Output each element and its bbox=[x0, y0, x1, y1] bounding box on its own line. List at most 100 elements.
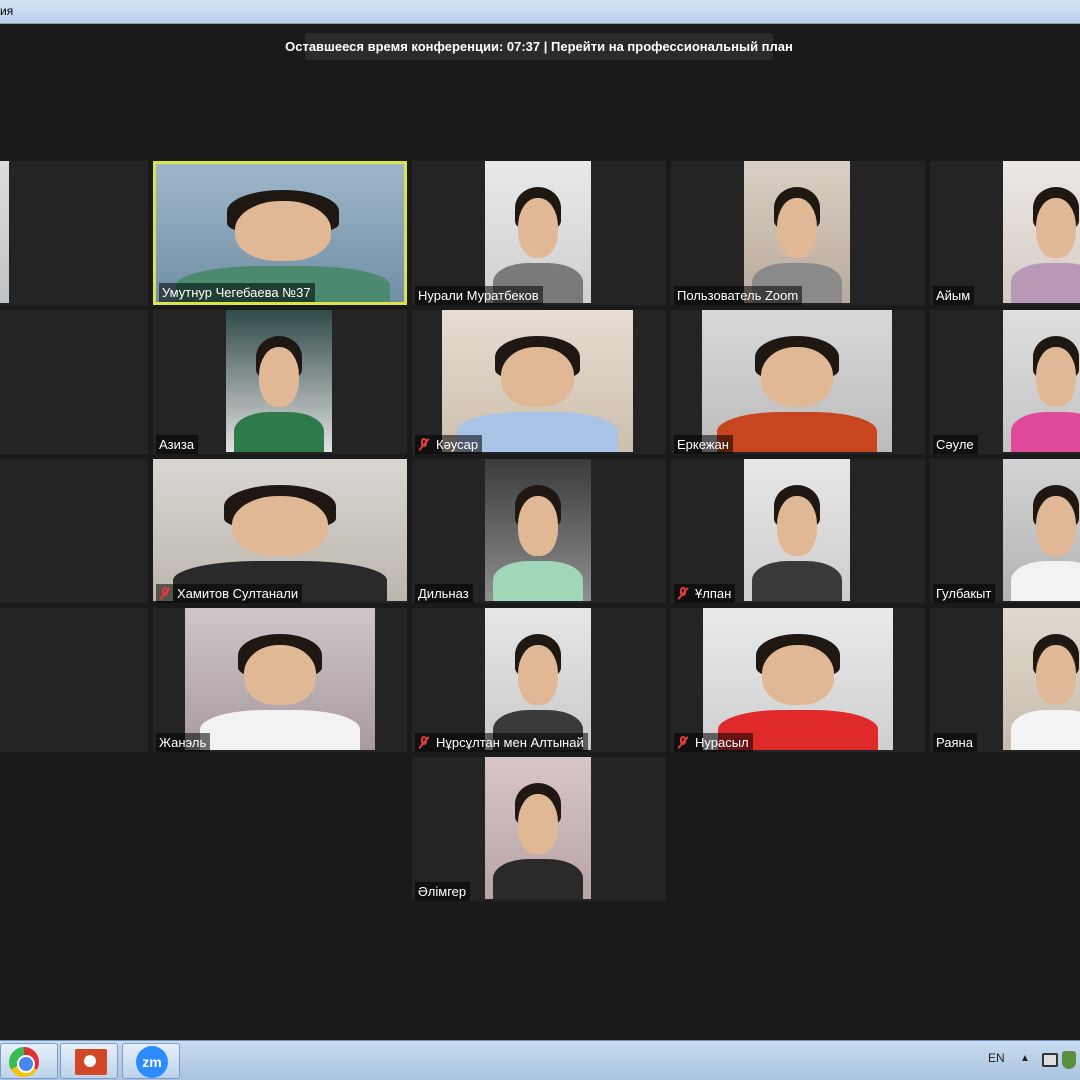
participant-tile[interactable]: Ұлпан bbox=[671, 459, 925, 603]
video-figure-body bbox=[234, 412, 324, 452]
participant-tile[interactable]: Нұрсұлтан мен Алтынай bbox=[412, 608, 666, 752]
participant-name: Еркежан bbox=[677, 437, 729, 452]
participant-tile[interactable]: Жанэль bbox=[153, 608, 407, 752]
participant-tile[interactable] bbox=[0, 161, 148, 305]
participant-name: Кәусар bbox=[436, 437, 479, 452]
participant-tile[interactable]: Айым bbox=[930, 161, 1080, 305]
participant-tile[interactable] bbox=[0, 459, 148, 603]
taskbar: zm EN ▲ bbox=[0, 1040, 1080, 1080]
participant-name-label: Раяна bbox=[933, 733, 977, 752]
participant-tile[interactable]: Дильназ bbox=[412, 459, 666, 603]
participant-video bbox=[185, 608, 375, 750]
participant-tile[interactable]: Нурасыл bbox=[671, 608, 925, 752]
taskbar-zoom-button[interactable]: zm bbox=[122, 1043, 180, 1079]
video-figure-head bbox=[234, 200, 332, 261]
participant-tile[interactable]: Раяна bbox=[930, 608, 1080, 752]
muted-microphone-icon bbox=[677, 736, 689, 749]
participant-tile[interactable]: ина bbox=[0, 310, 148, 454]
muted-microphone-icon bbox=[418, 736, 430, 749]
video-figure-head bbox=[776, 197, 818, 258]
meeting-gallery: Оставшееся время конференции: 07:37 | Пе… bbox=[0, 24, 1080, 1040]
participant-tile[interactable]: Әлімгер bbox=[412, 757, 666, 901]
participant-name-label: Умутнур Чегебаева №37 bbox=[159, 283, 315, 302]
time-remaining-banner[interactable]: Оставшееся время конференции: 07:37 | Пе… bbox=[285, 33, 793, 60]
participant-name-label: Нурали Муратбеков bbox=[415, 286, 543, 305]
participant-video bbox=[485, 757, 591, 899]
video-figure-head bbox=[243, 644, 317, 705]
taskbar-powerpoint-button[interactable] bbox=[60, 1043, 118, 1079]
window-title: ия bbox=[0, 4, 14, 18]
participant-video bbox=[1003, 310, 1080, 452]
participant-tile[interactable]: Хамитов Султанали bbox=[153, 459, 407, 603]
participant-name: Әлімгер bbox=[418, 884, 467, 899]
network-icon[interactable] bbox=[1042, 1053, 1058, 1067]
participant-video bbox=[485, 459, 591, 601]
participant-name-label: Нурасыл bbox=[674, 733, 753, 752]
zoom-icon: zm bbox=[136, 1046, 168, 1078]
participant-name-label: Ұлпан bbox=[674, 584, 736, 603]
participant-name: Раяна bbox=[936, 735, 973, 750]
participant-video bbox=[744, 459, 850, 601]
participant-name-label: Еркежан bbox=[674, 435, 733, 454]
participant-name: Азиза bbox=[159, 437, 195, 452]
participant-name: Сәуле bbox=[936, 437, 974, 452]
participant-video bbox=[485, 161, 591, 303]
video-figure-body bbox=[1011, 263, 1080, 303]
participant-name: Пользователь Zoom bbox=[677, 288, 799, 303]
participant-tile[interactable]: Умутнур Чегебаева №37 bbox=[153, 161, 407, 305]
participant-video bbox=[0, 161, 9, 303]
participant-name: Нурали Муратбеков bbox=[418, 288, 539, 303]
participant-video bbox=[1003, 161, 1080, 303]
participant-tile[interactable]: Нурали Муратбеков bbox=[412, 161, 666, 305]
taskbar-chrome-button[interactable] bbox=[0, 1043, 58, 1079]
participant-tile[interactable] bbox=[0, 608, 148, 752]
participant-name: Дильназ bbox=[418, 586, 469, 601]
participant-tile[interactable]: Гулбакыт bbox=[930, 459, 1080, 603]
participant-name-label: Гулбакыт bbox=[933, 584, 996, 603]
video-figure-head bbox=[517, 793, 559, 854]
participant-tile[interactable]: Кәусар bbox=[412, 310, 666, 454]
participant-name-label: Кәусар bbox=[415, 435, 483, 454]
muted-microphone-icon bbox=[159, 587, 171, 600]
show-hidden-icons-arrow[interactable]: ▲ bbox=[1020, 1053, 1030, 1064]
participant-video bbox=[703, 608, 893, 750]
video-figure-head bbox=[1035, 197, 1077, 258]
participant-name-label: Нұрсұлтан мен Алтынай bbox=[415, 733, 588, 752]
participant-name-label: Пользователь Zoom bbox=[674, 286, 803, 305]
participant-video bbox=[744, 161, 850, 303]
video-figure-head bbox=[231, 495, 329, 556]
participant-name-label: Айым bbox=[933, 286, 975, 305]
powerpoint-icon bbox=[75, 1049, 107, 1075]
participant-tile[interactable]: Сәуле bbox=[930, 310, 1080, 454]
participant-name-label: Сәуле bbox=[933, 435, 978, 454]
video-figure-head bbox=[776, 495, 818, 556]
participant-name: Нұрсұлтан мен Алтынай bbox=[436, 735, 584, 750]
participant-name: Нурасыл bbox=[695, 735, 749, 750]
participant-name: Айым bbox=[936, 288, 971, 303]
participant-tile[interactable]: Еркежан bbox=[671, 310, 925, 454]
participant-video bbox=[702, 310, 892, 452]
participant-name-label: Азиза bbox=[156, 435, 199, 454]
participant-name: Хамитов Султанали bbox=[177, 586, 299, 601]
participant-tile[interactable]: Азиза bbox=[153, 310, 407, 454]
participant-name-label: Әлімгер bbox=[415, 882, 471, 901]
participant-name: Жанэль bbox=[159, 735, 207, 750]
video-figure-head bbox=[258, 346, 300, 407]
participant-tile[interactable]: Пользователь Zoom bbox=[671, 161, 925, 305]
video-figure-head bbox=[1035, 644, 1077, 705]
zoom-window: ия Оставшееся время конференции: 07:37 |… bbox=[0, 0, 1080, 1080]
video-figure-body bbox=[1011, 412, 1080, 452]
muted-microphone-icon bbox=[418, 438, 430, 451]
participant-name: Гулбакыт bbox=[936, 586, 992, 601]
video-figure-head bbox=[501, 346, 574, 407]
participant-video bbox=[442, 310, 633, 452]
participant-name: Умутнур Чегебаева №37 bbox=[162, 285, 311, 300]
video-figure-head bbox=[760, 346, 834, 407]
video-figure-body bbox=[1011, 710, 1080, 750]
security-shield-icon[interactable] bbox=[1062, 1051, 1076, 1069]
video-figure-head bbox=[1035, 346, 1077, 407]
video-figure-body bbox=[493, 561, 583, 601]
language-indicator[interactable]: EN bbox=[988, 1051, 1005, 1065]
participant-video bbox=[1003, 608, 1080, 750]
participant-video bbox=[226, 310, 332, 452]
